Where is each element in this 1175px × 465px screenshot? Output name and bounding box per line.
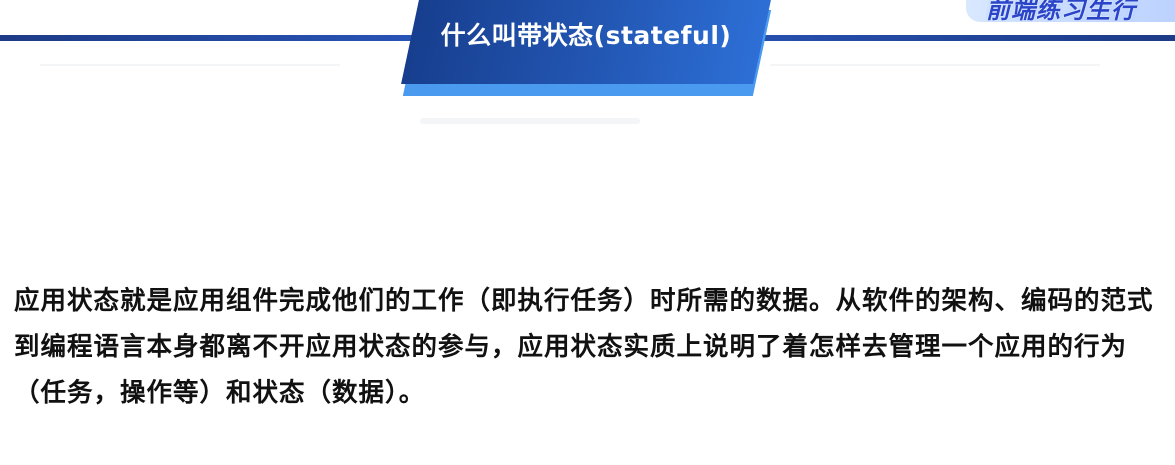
slide-title: 什么叫带状态(stateful) — [440, 21, 732, 50]
corner-logo-text: 前端练习生行 — [986, 0, 1136, 22]
faint-background-stroke — [420, 118, 640, 124]
faint-background-stroke — [770, 64, 1100, 66]
corner-logo: 前端练习生行 — [966, 0, 1175, 22]
faint-background-stroke — [40, 64, 340, 66]
body-paragraph: 应用状态就是应用组件完成他们的工作（即执行任务）时所需的数据。从软件的架构、编码… — [14, 286, 1154, 408]
title-banner: 什么叫带状态(stateful) — [400, 0, 780, 97]
